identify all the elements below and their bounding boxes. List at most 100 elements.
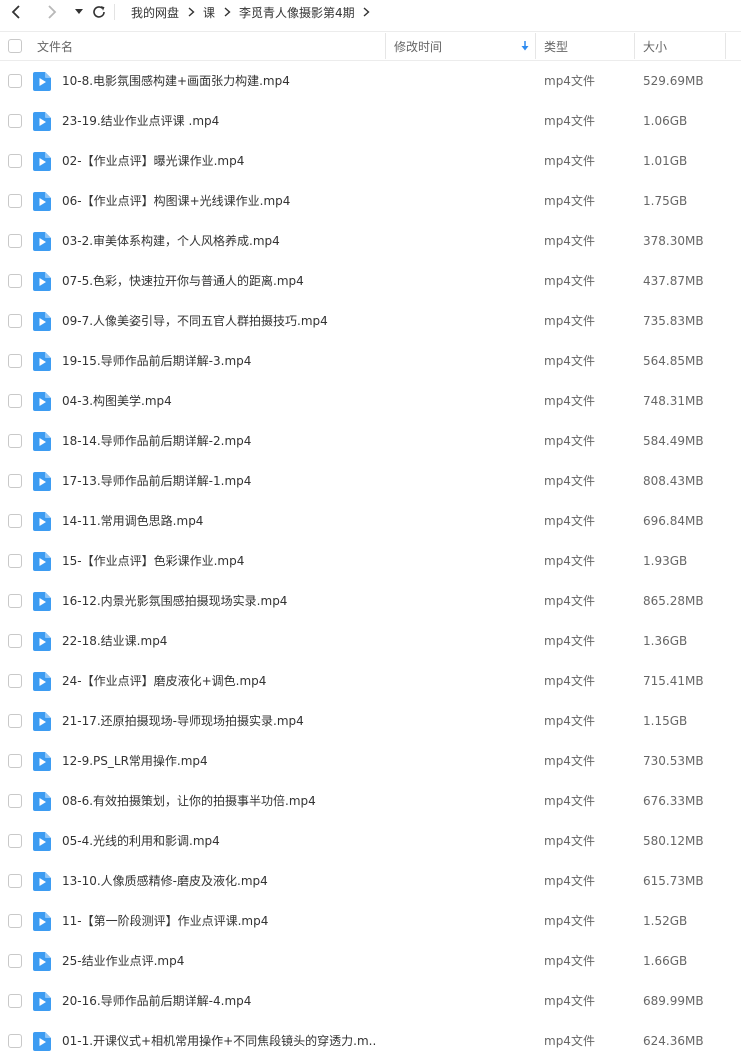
row-checkbox[interactable] — [8, 754, 22, 768]
row-checkbox[interactable] — [8, 154, 22, 168]
file-row[interactable]: 14-11.常用调色思路.mp4 mp4文件 696.84MB — [0, 501, 741, 541]
file-row[interactable]: 03-2.审美体系构建，个人风格养成.mp4 mp4文件 378.30MB — [0, 221, 741, 261]
file-row[interactable]: 05-4.光线的利用和影调.mp4 mp4文件 580.12MB — [0, 821, 741, 861]
row-checkbox[interactable] — [8, 914, 22, 928]
file-row[interactable]: 16-12.内景光影氛围感拍摄现场实录.mp4 mp4文件 865.28MB — [0, 581, 741, 621]
row-checkbox[interactable] — [8, 394, 22, 408]
file-size: 1.15GB — [643, 714, 688, 728]
file-name[interactable]: 07-5.色彩，快速拉开你与普通人的距离.mp4 — [62, 261, 304, 301]
file-name[interactable]: 16-12.内景光影氛围感拍摄现场实录.mp4 — [62, 581, 287, 621]
row-checkbox[interactable] — [8, 1034, 22, 1048]
file-row[interactable]: 17-13.导师作品前后期详解-1.mp4 mp4文件 808.43MB — [0, 461, 741, 501]
file-row[interactable]: 06-【作业点评】构图课+光线课作业.mp4 mp4文件 1.75GB — [0, 181, 741, 221]
back-button[interactable] — [6, 1, 28, 23]
breadcrumb-item-current-folder[interactable]: 李觅青人像摄影第4期 — [239, 4, 355, 21]
file-name[interactable]: 02-【作业点评】曝光课作业.mp4 — [62, 141, 244, 181]
row-checkbox[interactable] — [8, 554, 22, 568]
row-checkbox[interactable] — [8, 794, 22, 808]
sort-down-arrow-icon[interactable] — [521, 32, 529, 60]
breadcrumb-item-course[interactable]: 课 — [203, 4, 215, 21]
file-row[interactable]: 19-15.导师作品前后期详解-3.mp4 mp4文件 564.85MB — [0, 341, 741, 381]
video-file-icon — [33, 272, 51, 291]
file-row[interactable]: 02-【作业点评】曝光课作业.mp4 mp4文件 1.01GB — [0, 141, 741, 181]
row-checkbox[interactable] — [8, 834, 22, 848]
forward-button[interactable] — [40, 1, 62, 23]
file-row[interactable]: 12-9.PS_LR常用操作.mp4 mp4文件 730.53MB — [0, 741, 741, 781]
file-name[interactable]: 24-【作业点评】磨皮液化+调色.mp4 — [62, 661, 266, 701]
row-checkbox[interactable] — [8, 314, 22, 328]
row-checkbox[interactable] — [8, 994, 22, 1008]
file-row[interactable]: 20-16.导师作品前后期详解-4.mp4 mp4文件 689.99MB — [0, 981, 741, 1021]
row-checkbox[interactable] — [8, 674, 22, 688]
refresh-button[interactable] — [88, 1, 110, 23]
file-row[interactable]: 01-1.开课仪式+相机常用操作+不同焦段镜头的穿透力.m... mp4文件 624… — [0, 1021, 741, 1054]
file-name[interactable]: 08-6.有效拍摄策划，让你的拍摄事半功倍.mp4 — [62, 781, 316, 821]
row-checkbox[interactable] — [8, 954, 22, 968]
video-file-icon — [33, 112, 51, 131]
file-size: 735.83MB — [643, 314, 704, 328]
file-name[interactable]: 18-14.导师作品前后期详解-2.mp4 — [62, 421, 251, 461]
file-name[interactable]: 05-4.光线的利用和影调.mp4 — [62, 821, 220, 861]
history-dropdown-button[interactable] — [72, 1, 86, 23]
file-row[interactable]: 13-10.人像质感精修-磨皮及液化.mp4 mp4文件 615.73MB — [0, 861, 741, 901]
row-checkbox[interactable] — [8, 874, 22, 888]
file-row[interactable]: 25-结业作业点评.mp4 mp4文件 1.66GB — [0, 941, 741, 981]
file-row[interactable]: 23-19.结业作业点评课 .mp4 mp4文件 1.06GB — [0, 101, 741, 141]
file-row[interactable]: 18-14.导师作品前后期详解-2.mp4 mp4文件 584.49MB — [0, 421, 741, 461]
row-checkbox[interactable] — [8, 714, 22, 728]
file-row[interactable]: 07-5.色彩，快速拉开你与普通人的距离.mp4 mp4文件 437.87MB — [0, 261, 741, 301]
row-checkbox[interactable] — [8, 474, 22, 488]
file-name[interactable]: 14-11.常用调色思路.mp4 — [62, 501, 203, 541]
file-name[interactable]: 10-8.电影氛围感构建+画面张力构建.mp4 — [62, 61, 290, 101]
row-checkbox[interactable] — [8, 74, 22, 88]
file-row[interactable]: 21-17.还原拍摄现场-导师现场拍摄实录.mp4 mp4文件 1.15GB — [0, 701, 741, 741]
file-size: 529.69MB — [643, 74, 704, 88]
file-name[interactable]: 23-19.结业作业点评课 .mp4 — [62, 101, 219, 141]
row-checkbox[interactable] — [8, 274, 22, 288]
column-header-size[interactable]: 大小 — [643, 32, 667, 60]
file-name[interactable]: 01-1.开课仪式+相机常用操作+不同焦段镜头的穿透力.m... — [62, 1021, 377, 1054]
chevron-left-icon — [11, 5, 20, 19]
row-checkbox[interactable] — [8, 354, 22, 368]
column-header-name[interactable]: 文件名 — [37, 32, 73, 60]
select-all-checkbox[interactable] — [8, 32, 22, 60]
row-checkbox[interactable] — [8, 114, 22, 128]
file-size: 676.33MB — [643, 794, 704, 808]
row-checkbox[interactable] — [8, 194, 22, 208]
video-file-icon — [33, 72, 51, 91]
file-name[interactable]: 17-13.导师作品前后期详解-1.mp4 — [62, 461, 251, 501]
file-name[interactable]: 03-2.审美体系构建，个人风格养成.mp4 — [62, 221, 280, 261]
row-checkbox[interactable] — [8, 634, 22, 648]
navigation-bar: 我的网盘 课 李觅青人像摄影第4期 — [0, 0, 741, 24]
file-name[interactable]: 20-16.导师作品前后期详解-4.mp4 — [62, 981, 251, 1021]
file-name[interactable]: 11-【第一阶段测评】作业点评课.mp4 — [62, 901, 268, 941]
breadcrumb-item-my-disk[interactable]: 我的网盘 — [131, 4, 179, 21]
file-row[interactable]: 24-【作业点评】磨皮液化+调色.mp4 mp4文件 715.41MB — [0, 661, 741, 701]
file-name[interactable]: 04-3.构图美学.mp4 — [62, 381, 172, 421]
file-row[interactable]: 08-6.有效拍摄策划，让你的拍摄事半功倍.mp4 mp4文件 676.33MB — [0, 781, 741, 821]
row-checkbox[interactable] — [8, 594, 22, 608]
file-row[interactable]: 15-【作业点评】色彩课作业.mp4 mp4文件 1.93GB — [0, 541, 741, 581]
file-row[interactable]: 10-8.电影氛围感构建+画面张力构建.mp4 mp4文件 529.69MB — [0, 61, 741, 101]
file-type: mp4文件 — [544, 74, 595, 88]
file-name[interactable]: 19-15.导师作品前后期详解-3.mp4 — [62, 341, 251, 381]
file-row[interactable]: 11-【第一阶段测评】作业点评课.mp4 mp4文件 1.52GB — [0, 901, 741, 941]
file-name[interactable]: 13-10.人像质感精修-磨皮及液化.mp4 — [62, 861, 268, 901]
row-checkbox[interactable] — [8, 434, 22, 448]
file-name[interactable]: 09-7.人像美姿引导，不同五官人群拍摄技巧.mp4 — [62, 301, 328, 341]
column-header-type[interactable]: 类型 — [544, 32, 568, 60]
file-name[interactable]: 22-18.结业课.mp4 — [62, 621, 167, 661]
file-row[interactable]: 04-3.构图美学.mp4 mp4文件 748.31MB — [0, 381, 741, 421]
file-row[interactable]: 22-18.结业课.mp4 mp4文件 1.36GB — [0, 621, 741, 661]
column-header-modified[interactable]: 修改时间 — [394, 32, 442, 60]
file-name[interactable]: 12-9.PS_LR常用操作.mp4 — [62, 741, 208, 781]
file-row[interactable]: 09-7.人像美姿引导，不同五官人群拍摄技巧.mp4 mp4文件 735.83MB — [0, 301, 741, 341]
file-type: mp4文件 — [544, 314, 595, 328]
file-name[interactable]: 06-【作业点评】构图课+光线课作业.mp4 — [62, 181, 290, 221]
file-type: mp4文件 — [544, 554, 595, 568]
file-name[interactable]: 25-结业作业点评.mp4 — [62, 941, 184, 981]
row-checkbox[interactable] — [8, 514, 22, 528]
file-name[interactable]: 21-17.还原拍摄现场-导师现场拍摄实录.mp4 — [62, 701, 304, 741]
file-name[interactable]: 15-【作业点评】色彩课作业.mp4 — [62, 541, 244, 581]
row-checkbox[interactable] — [8, 234, 22, 248]
